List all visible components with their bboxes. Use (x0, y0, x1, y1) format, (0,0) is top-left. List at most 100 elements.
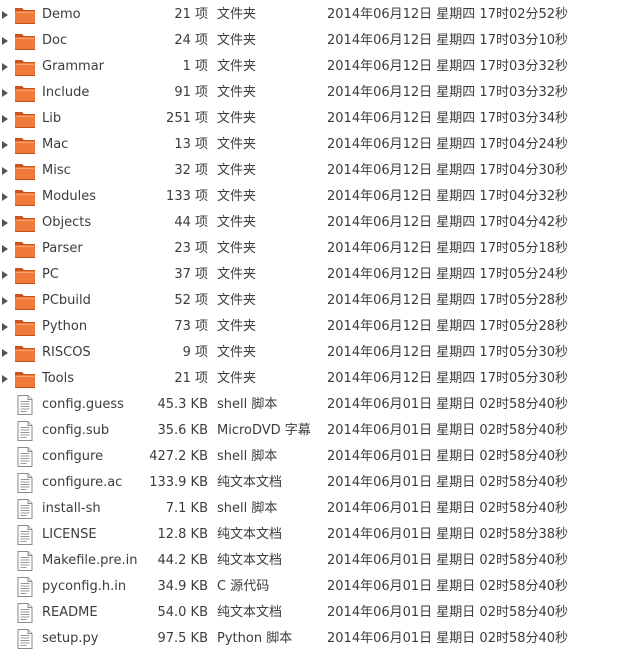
file-modified-date: 2014年06月12日 星期四 17时04分24秒 (327, 137, 569, 152)
text-file-icon (14, 577, 36, 597)
file-size: 91 项 (174, 85, 208, 100)
text-file-icon (14, 629, 36, 649)
folder-icon (14, 31, 36, 51)
file-row[interactable]: Parser 23 项文件夹 2014年06月12日 星期四 17时05分18秒 (0, 236, 636, 262)
file-type: 文件夹 (217, 7, 257, 22)
file-row[interactable]: Objects 44 项文件夹 2014年06月12日 星期四 17时04分42秒 (0, 210, 636, 236)
file-type: 纯文本文档 (217, 475, 283, 490)
file-type: 文件夹 (217, 345, 257, 360)
file-modified-date: 2014年06月12日 星期四 17时02分52秒 (327, 7, 569, 22)
file-row[interactable]: Demo 21 项文件夹 2014年06月12日 星期四 17时02分52秒 (0, 2, 636, 28)
file-size: 12.8 KB (157, 527, 208, 542)
file-type: C 源代码 (217, 579, 270, 594)
file-row[interactable]: Lib 251 项文件夹 2014年06月12日 星期四 17时03分34秒 (0, 106, 636, 132)
file-modified-date: 2014年06月12日 星期四 17时04分42秒 (327, 215, 569, 230)
file-row[interactable]: Tools 21 项文件夹 2014年06月12日 星期四 17时05分30秒 (0, 366, 636, 392)
text-file-icon (14, 395, 36, 415)
file-row[interactable]: setup.py 97.5 KB Python 脚本 2014年06月01日 星期日 … (0, 626, 636, 652)
file-modified-date: 2014年06月12日 星期四 17时03分10秒 (327, 33, 569, 48)
file-type: shell 脚本 (217, 501, 278, 516)
file-size: 73 项 (174, 319, 208, 334)
expander-arrow-icon[interactable] (2, 297, 8, 305)
file-row[interactable]: Grammar 1 项文件夹 2014年06月12日 星期四 17时03分32秒 (0, 54, 636, 80)
expander-arrow-icon[interactable] (2, 11, 8, 19)
file-type: 文件夹 (217, 33, 257, 48)
file-modified-date: 2014年06月01日 星期日 02时58分40秒 (327, 553, 569, 568)
expander-arrow-icon[interactable] (2, 323, 8, 331)
folder-icon (14, 187, 36, 207)
expander-arrow-icon[interactable] (2, 193, 8, 201)
expander-arrow-icon[interactable] (2, 375, 8, 383)
folder-icon (14, 265, 36, 285)
folder-icon (14, 369, 36, 389)
file-modified-date: 2014年06月12日 星期四 17时05分24秒 (327, 267, 569, 282)
file-row[interactable]: config.sub 35.6 KB MicroDVD 字幕 2014年06月01日 … (0, 418, 636, 444)
file-size: 52 项 (174, 293, 208, 308)
expander-arrow-icon[interactable] (2, 245, 8, 253)
folder-icon (14, 291, 36, 311)
text-file-icon (14, 551, 36, 571)
file-modified-date: 2014年06月01日 星期日 02时58分40秒 (327, 605, 569, 620)
expander-arrow-icon[interactable] (2, 89, 8, 97)
file-row[interactable]: install-sh 7.1 KB shell 脚本 2014年06月01日 星期日 … (0, 496, 636, 522)
file-row[interactable]: Python 73 项文件夹 2014年06月12日 星期四 17时05分28秒 (0, 314, 636, 340)
expander-arrow-icon[interactable] (2, 349, 8, 357)
file-size: 34.9 KB (157, 579, 208, 594)
file-type: 纯文本文档 (217, 553, 283, 568)
file-size: 427.2 KB (149, 449, 208, 464)
file-size: 45.3 KB (157, 397, 208, 412)
expander-arrow-icon[interactable] (2, 63, 8, 71)
file-row[interactable]: configure 427.2 KB shell 脚本 2014年06月01日 星期日… (0, 444, 636, 470)
file-modified-date: 2014年06月12日 星期四 17时05分28秒 (327, 319, 569, 334)
file-row[interactable]: RISCOS 9 项文件夹 2014年06月12日 星期四 17时05分30秒 (0, 340, 636, 366)
expander-arrow-icon[interactable] (2, 141, 8, 149)
file-size: 37 项 (174, 267, 208, 282)
file-modified-date: 2014年06月12日 星期四 17时04分32秒 (327, 189, 569, 204)
text-file-icon (14, 603, 36, 623)
folder-icon (14, 83, 36, 103)
expander-arrow-icon[interactable] (2, 219, 8, 227)
expander-arrow-icon[interactable] (2, 167, 8, 175)
file-modified-date: 2014年06月01日 星期日 02时58分40秒 (327, 423, 569, 438)
file-size: 133 项 (166, 189, 208, 204)
file-size: 54.0 KB (157, 605, 208, 620)
text-file-icon (14, 499, 36, 519)
file-row[interactable]: README 54.0 KB 纯文本文档 2014年06月01日 星期日 02时58分… (0, 600, 636, 626)
file-row[interactable]: Doc 24 项文件夹 2014年06月12日 星期四 17时03分10秒 (0, 28, 636, 54)
expander-arrow-icon[interactable] (2, 37, 8, 45)
file-row[interactable]: PCbuild 52 项文件夹 2014年06月12日 星期四 17时05分28秒 (0, 288, 636, 314)
file-modified-date: 2014年06月01日 星期日 02时58分40秒 (327, 397, 569, 412)
file-size: 9 项 (182, 345, 208, 360)
file-size: 7.1 KB (165, 501, 208, 516)
file-row[interactable]: PC 37 项文件夹 2014年06月12日 星期四 17时05分24秒 (0, 262, 636, 288)
folder-icon (14, 317, 36, 337)
file-row[interactable]: configure.ac 133.9 KB 纯文本文档 2014年06月01日 星期日… (0, 470, 636, 496)
file-size: 13 项 (174, 137, 208, 152)
folder-icon (14, 239, 36, 259)
file-type: 文件夹 (217, 59, 257, 74)
folder-icon (14, 5, 36, 25)
expander-arrow-icon[interactable] (2, 271, 8, 279)
file-row[interactable]: Mac 13 项文件夹 2014年06月12日 星期四 17时04分24秒 (0, 132, 636, 158)
file-size: 21 项 (174, 7, 208, 22)
file-size: 23 项 (174, 241, 208, 256)
file-type: shell 脚本 (217, 449, 278, 464)
file-row[interactable]: LICENSE 12.8 KB 纯文本文档 2014年06月01日 星期日 02时58… (0, 522, 636, 548)
file-row[interactable]: Makefile.pre.in 44.2 KB 纯文本文档 2014年06月01日 星… (0, 548, 636, 574)
file-type: 纯文本文档 (217, 605, 283, 620)
expander-arrow-icon[interactable] (2, 115, 8, 123)
file-size: 44.2 KB (157, 553, 208, 568)
file-size: 97.5 KB (157, 631, 208, 646)
file-type: 文件夹 (217, 215, 257, 230)
file-type: 文件夹 (217, 163, 257, 178)
file-type: 文件夹 (217, 371, 257, 386)
file-row[interactable]: Misc 32 项文件夹 2014年06月12日 星期四 17时04分30秒 (0, 158, 636, 184)
file-type: 文件夹 (217, 85, 257, 100)
file-row[interactable]: Modules 133 项文件夹 2014年06月12日 星期四 17时04分32秒 (0, 184, 636, 210)
file-size: 24 项 (174, 33, 208, 48)
file-type: 文件夹 (217, 137, 257, 152)
file-row[interactable]: pyconfig.h.in 34.9 KB C 源代码 2014年06月01日 星期日… (0, 574, 636, 600)
file-size: 251 项 (166, 111, 208, 126)
file-row[interactable]: config.guess 45.3 KB shell 脚本 2014年06月01日 星… (0, 392, 636, 418)
file-row[interactable]: Include 91 项文件夹 2014年06月12日 星期四 17时03分32秒 (0, 80, 636, 106)
